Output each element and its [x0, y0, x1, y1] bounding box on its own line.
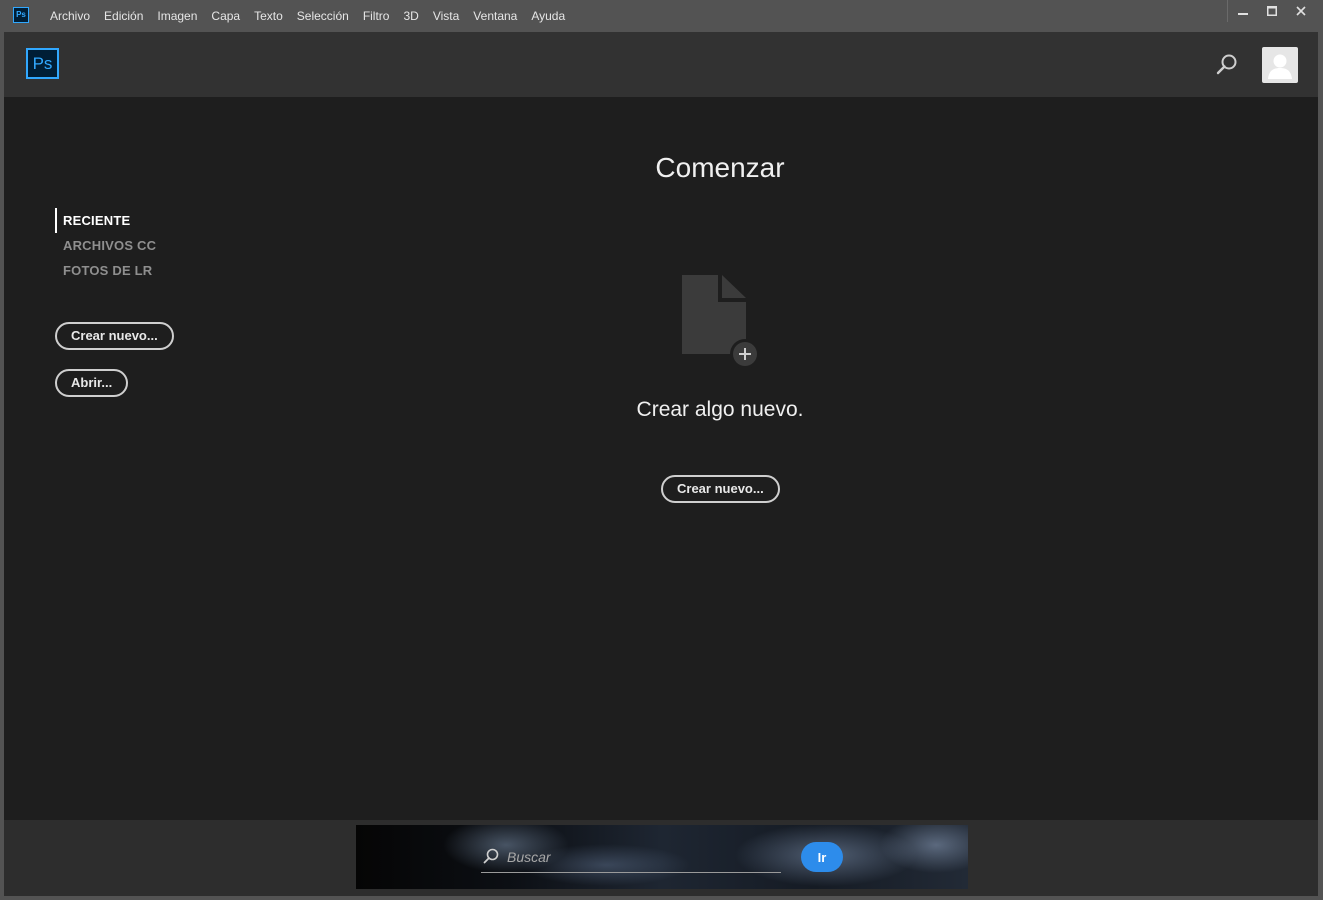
nav-lr-photos[interactable]: FOTOS DE LR	[55, 258, 156, 283]
create-message: Crear algo nuevo.	[636, 398, 804, 421]
minimize-icon	[1237, 13, 1248, 15]
search-icon[interactable]	[1215, 53, 1239, 77]
menu-bar: Ps Archivo Edición Imagen Capa Texto Sel…	[0, 0, 1323, 32]
page-title: Comenzar	[655, 152, 785, 183]
menu-ventana[interactable]: Ventana	[466, 0, 524, 32]
menu-edicion[interactable]: Edición	[97, 0, 150, 32]
menu-ayuda[interactable]: Ayuda	[524, 0, 572, 32]
close-button[interactable]	[1286, 0, 1315, 22]
user-avatar-icon	[1268, 54, 1292, 79]
menu-items: Archivo Edición Imagen Capa Texto Selecc…	[43, 0, 572, 32]
minimize-button[interactable]	[1227, 0, 1257, 22]
window-controls	[1227, 0, 1315, 22]
menu-3d[interactable]: 3D	[396, 0, 425, 32]
new-document-icon	[682, 275, 760, 368]
nav-cc-files[interactable]: ARCHIVOS CC	[55, 233, 156, 258]
photoshop-logo: Ps	[26, 48, 59, 79]
footer-go-button[interactable]: Ir	[801, 842, 843, 872]
start-header: Ps	[4, 32, 1318, 97]
menu-filtro[interactable]: Filtro	[356, 0, 397, 32]
menu-texto[interactable]: Texto	[247, 0, 290, 32]
sidebar-nav: RECIENTE ARCHIVOS CC FOTOS DE LR	[55, 208, 156, 283]
menu-capa[interactable]: Capa	[204, 0, 247, 32]
menu-seleccion[interactable]: Selección	[290, 0, 356, 32]
sidebar-create-new-button[interactable]: Crear nuevo...	[55, 322, 174, 350]
footer-search	[481, 840, 781, 873]
menu-imagen[interactable]: Imagen	[150, 0, 204, 32]
menu-archivo[interactable]: Archivo	[43, 0, 97, 32]
app-icon[interactable]: Ps	[13, 7, 29, 23]
main-create-new-button[interactable]: Crear nuevo...	[661, 475, 780, 503]
footer-search-banner: Ir	[356, 825, 968, 889]
menu-vista[interactable]: Vista	[426, 0, 466, 32]
maximize-button[interactable]	[1257, 0, 1286, 22]
maximize-icon	[1266, 6, 1277, 16]
start-workspace: Ps RECIENTE ARCHIVOS CC FOTOS DE LR Crea…	[4, 32, 1318, 896]
user-avatar[interactable]	[1262, 47, 1298, 83]
footer: Ir	[4, 820, 1318, 896]
photoshop-window: Ps Archivo Edición Imagen Capa Texto Sel…	[0, 0, 1323, 900]
close-icon	[1295, 6, 1306, 16]
sidebar-open-button[interactable]: Abrir...	[55, 369, 129, 397]
nav-recent[interactable]: RECIENTE	[55, 208, 156, 233]
footer-search-icon	[483, 848, 499, 864]
footer-search-input[interactable]	[505, 844, 779, 870]
